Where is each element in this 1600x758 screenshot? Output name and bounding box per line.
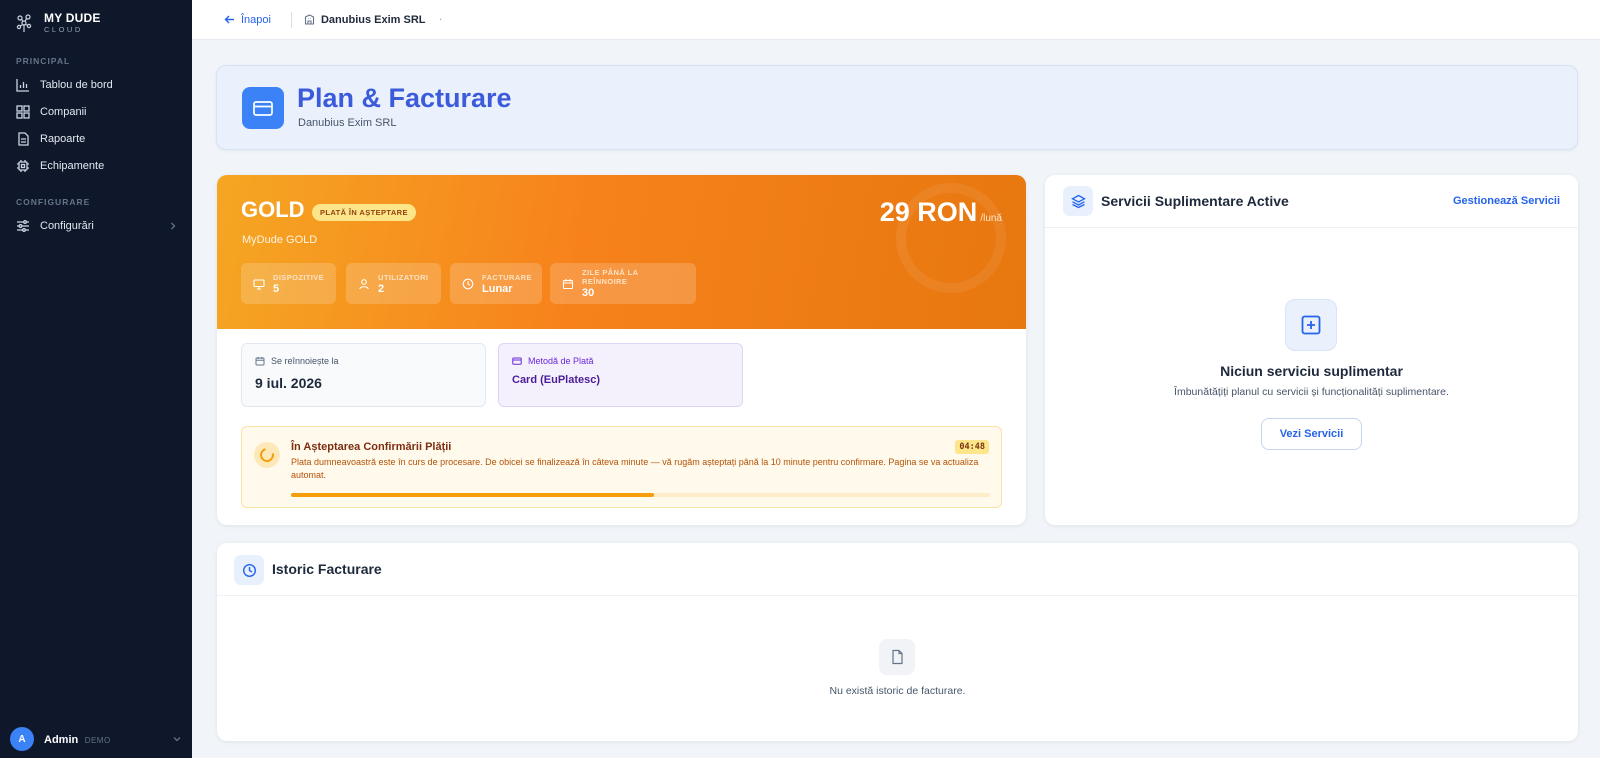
sidebar-item-equipment[interactable]: Echipamente (16, 155, 178, 177)
user-menu[interactable]: A Admin DEMO (10, 726, 182, 752)
renewal-date-header: Se reînnoiește la (255, 356, 339, 366)
page-title: Plan & Facturare (297, 83, 512, 113)
brand[interactable]: MY DUDE CLOUD (14, 12, 101, 34)
stat-billing: FACTURARE Lunar (450, 263, 542, 304)
manage-services-link[interactable]: Gestionează Servicii (1453, 195, 1560, 207)
plan-subtitle: MyDude GOLD (242, 234, 318, 246)
stat-label: FACTURARE (482, 272, 532, 282)
sidebar-item-settings[interactable]: Configurări (16, 215, 178, 237)
billing-history-title: Istoric Facturare (272, 561, 382, 577)
user-icon (359, 278, 369, 289)
services-empty-title: Niciun serviciu suplimentar (1220, 363, 1403, 379)
price-amount: 29 RON (879, 197, 978, 227)
sidebar-item-dashboard[interactable]: Tablou de bord (16, 74, 178, 96)
document-icon (879, 639, 915, 675)
brain-logo-icon (16, 14, 32, 32)
user-name: Admin (44, 734, 79, 746)
chevron-right-icon (171, 222, 176, 230)
stat-label: ZILE PÂNĂ LA REÎNNOIRE (582, 268, 639, 286)
stat-value: 5 (273, 282, 280, 295)
avatar: A (10, 727, 34, 751)
progress-bar (291, 493, 990, 497)
bar-chart-icon (16, 79, 29, 92)
services-title: Servicii Suplimentare Active (1101, 193, 1289, 209)
breadcrumb: Danubius Exim SRL · (304, 14, 442, 26)
alert-text: Plata dumneavoastră este în curs de proc… (291, 457, 979, 480)
renewal-date-box: Se reînnoiește la 9 iul. 2026 (241, 343, 486, 407)
divider (290, 11, 292, 28)
arrow-left-icon (224, 15, 234, 24)
billing-history-card: Istoric Facturare Nu există istoric de f… (217, 543, 1578, 741)
chip-icon (17, 160, 29, 172)
sidebar-item-label: Echipamente (40, 160, 105, 172)
sidebar-item-label: Companii (40, 106, 87, 118)
sidebar-item-companies[interactable]: Companii (16, 101, 178, 123)
payment-method-label: Metodă de Plată (528, 356, 594, 366)
loading-spinner-icon (254, 442, 280, 468)
plan-price: 29 RON /lună (880, 197, 1002, 228)
stat-devices: DISPOZITIVE 5 (241, 263, 336, 304)
stat-value: 30 (582, 287, 595, 299)
renewal-label: Se reînnoiește la (271, 356, 339, 366)
payment-method-header: Metodă de Plată (512, 356, 594, 366)
services-empty-subtitle: Îmbunătățiți planul cu servicii și funcț… (1174, 386, 1449, 398)
view-services-button[interactable]: Vezi Servicii (1261, 418, 1362, 450)
plan-name: GOLD (241, 197, 305, 222)
billing-history-header: Istoric Facturare (217, 543, 1578, 596)
plan-hero: GOLD PLATĂ ÎN AȘTEPTARE MyDude GOLD 29 R… (217, 175, 1026, 329)
brand-sub: CLOUD (44, 25, 83, 34)
stat-label: UTILIZATORI (378, 272, 429, 282)
price-period: /lună (980, 213, 1002, 224)
stat-renewal-days: ZILE PÂNĂ LA REÎNNOIRE 30 (550, 263, 696, 304)
status-badge: PLATĂ ÎN AȘTEPTARE (312, 204, 416, 221)
billing-history-empty: Nu există istoric de facturare. (829, 685, 966, 697)
breadcrumb-separator: · (439, 15, 443, 24)
monitor-icon (253, 278, 265, 290)
stat-users: UTILIZATORI 2 (346, 263, 441, 304)
file-icon (18, 132, 29, 146)
page-header: Plan & Facturare Danubius Exim SRL (216, 65, 1578, 150)
alert-title: În Așteptarea Confirmării Plății (291, 441, 452, 453)
sidebar-item-label: Rapoarte (40, 133, 86, 145)
calendar-icon (255, 357, 265, 366)
breadcrumb-company: Danubius Exim SRL (320, 13, 426, 26)
credit-card-icon (512, 357, 522, 365)
grid-icon (16, 105, 30, 119)
payment-pending-alert: În Așteptarea Confirmării Plății 04:48 P… (241, 426, 1002, 508)
progress-fill (291, 493, 655, 497)
sidebar-item-label: Tablou de bord (40, 79, 113, 91)
services-card: Servicii Suplimentare Active Gestionează… (1045, 175, 1578, 525)
plan-card: GOLD PLATĂ ÎN AȘTEPTARE MyDude GOLD 29 R… (217, 175, 1026, 525)
stat-label: DISPOZITIVE (273, 272, 325, 282)
nav-section-configurare: CONFIGURARE (16, 197, 91, 207)
sliders-icon (17, 220, 29, 232)
chevron-down-icon (173, 737, 181, 742)
calendar-icon (562, 278, 574, 289)
clock-icon (462, 278, 474, 289)
countdown-timer: 04:48 (955, 440, 989, 454)
sidebar-item-label: Configurări (40, 220, 94, 232)
back-label: Înapoi (241, 13, 271, 26)
back-link[interactable]: Înapoi (224, 14, 271, 26)
sidebar-item-reports[interactable]: Rapoarte (16, 128, 178, 150)
clock-icon (234, 555, 264, 585)
renewal-date: 9 iul. 2026 (255, 375, 322, 391)
payment-method-box: Metodă de Plată Card (EuPlatesc) (498, 343, 743, 407)
payment-method-value: Card (EuPlatesc) (512, 374, 601, 386)
credit-card-icon (242, 87, 284, 129)
nav-section-principal: PRINCIPAL (16, 56, 71, 66)
sidebar: MY DUDE CLOUD PRINCIPAL Tablou de bord C… (0, 0, 192, 758)
page-subtitle: Danubius Exim SRL (298, 117, 397, 129)
user-role: DEMO (84, 736, 111, 745)
stat-value: Lunar (482, 282, 513, 295)
building-icon (304, 14, 315, 25)
stat-value: 2 (378, 282, 385, 295)
brand-name: MY DUDE (44, 11, 101, 25)
topbar: Înapoi Danubius Exim SRL · (192, 0, 1600, 40)
services-card-header: Servicii Suplimentare Active Gestionează… (1045, 175, 1578, 228)
plus-square-icon (1285, 299, 1337, 351)
layers-icon (1063, 186, 1093, 216)
